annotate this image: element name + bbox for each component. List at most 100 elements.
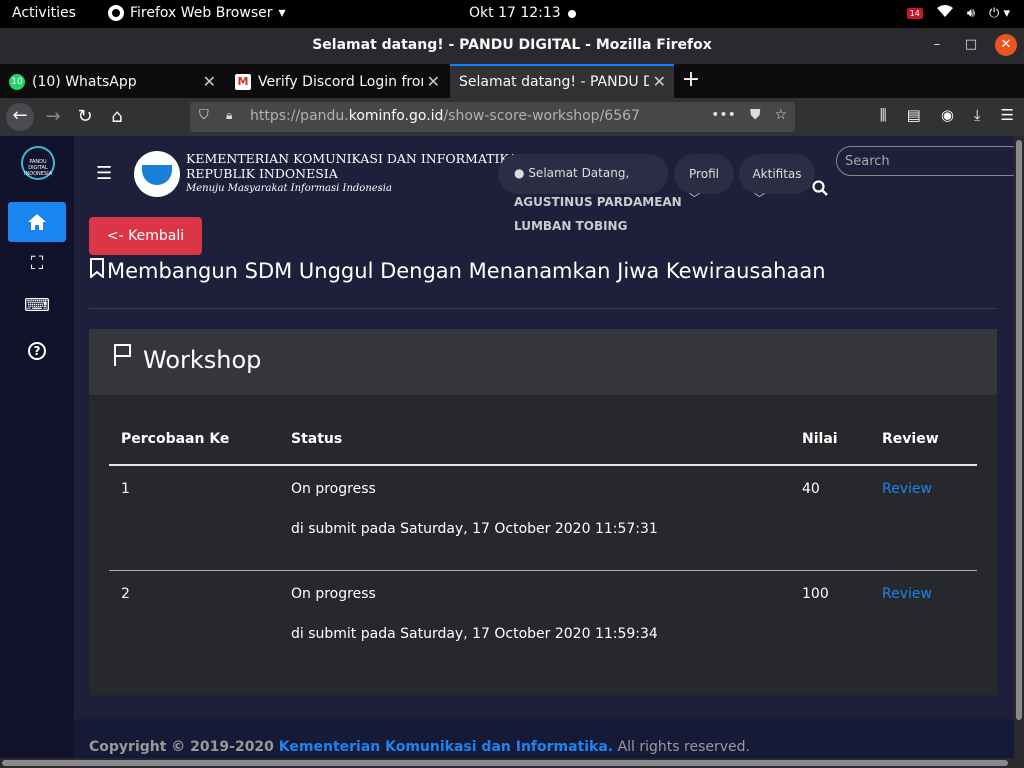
- kominfo-logo[interactable]: [134, 151, 180, 197]
- submitted-time: di submit pada Saturday, 17 October 2020…: [291, 626, 658, 642]
- sidebar-toggle-icon[interactable]: ▤: [907, 106, 921, 124]
- account-icon[interactable]: ◉: [941, 106, 954, 124]
- tray-app-icon[interactable]: 14: [906, 7, 923, 19]
- row-divider: [109, 570, 977, 571]
- attempt-number: 1: [121, 481, 130, 497]
- window-title: Selamat datang! - PANDU DIGITAL - Mozill…: [312, 37, 712, 53]
- sidebar-item-webinar[interactable]: ⌨: [8, 286, 66, 326]
- forward-arrow-icon[interactable]: →: [40, 104, 66, 130]
- close-tab-icon[interactable]: ✕: [203, 66, 216, 98]
- score-value: 40: [802, 481, 820, 497]
- page-title-text: Membangun SDM Unggul Dengan Menanamkan J…: [107, 258, 826, 283]
- close-tab-icon[interactable]: ✕: [648, 66, 666, 98]
- wifi-icon[interactable]: [936, 4, 953, 22]
- search-icon[interactable]: [812, 180, 828, 200]
- user-name[interactable]: AGUSTINUS PARDAMEAN LUMBAN TOBING: [514, 190, 684, 238]
- sidebar-item-help[interactable]: ?: [8, 330, 66, 370]
- shield-icon[interactable]: ⛉: [199, 108, 209, 123]
- caret-down-icon: ▾: [278, 5, 286, 21]
- download-icon[interactable]: ⤓: [974, 106, 981, 124]
- app-menu-label: Firefox Web Browser: [130, 5, 273, 21]
- flag-icon: [113, 343, 133, 373]
- reload-icon[interactable]: ↻: [72, 104, 98, 130]
- teacher-icon: ⛶: [30, 253, 44, 274]
- column-header-review: Review: [882, 431, 939, 447]
- card-header: Workshop: [89, 329, 997, 395]
- chevron-down-icon[interactable]: ﹀: [754, 190, 765, 206]
- attempt-number: 2: [121, 586, 130, 602]
- score-value: 100: [802, 586, 829, 602]
- page-actions-icon[interactable]: •••: [711, 107, 736, 123]
- ministry-link[interactable]: Kementerian Komunikasi dan Informatika.: [279, 739, 613, 755]
- page-title: Membangun SDM Unggul Dengan Menanamkan J…: [89, 258, 826, 283]
- scrollbar-thumb[interactable]: [1016, 140, 1022, 720]
- column-header-attempt: Percobaan Ke: [121, 431, 230, 447]
- search-input[interactable]: [836, 146, 1024, 176]
- app-menu[interactable]: Firefox Web Browser ▾: [108, 5, 286, 21]
- main-content: ☰ KEMENTERIAN KOMUNIKASI DAN INFORMATIKA…: [74, 136, 1024, 768]
- menu-profil[interactable]: Profil: [674, 154, 734, 194]
- status-text: On progress: [291, 586, 376, 602]
- library-icon[interactable]: ⫼: [880, 106, 887, 124]
- back-arrow-icon[interactable]: ←: [6, 103, 34, 131]
- menu-aktifitas[interactable]: Aktifitas: [739, 154, 815, 194]
- pocket-icon[interactable]: ⛊: [750, 107, 761, 123]
- gmail-icon: M: [235, 74, 251, 90]
- user-menu[interactable]: ● Selamat Datang,: [498, 154, 668, 194]
- sidebar-item-class[interactable]: ⛶: [8, 244, 66, 284]
- whatsapp-icon: 10: [9, 74, 25, 90]
- chevron-down-icon[interactable]: ﹀: [689, 190, 700, 206]
- card-title: Workshop: [143, 346, 262, 374]
- activities-button[interactable]: Activities: [12, 5, 76, 21]
- horizontal-scrollbar[interactable]: [0, 758, 1014, 768]
- status-text: On progress: [291, 481, 376, 497]
- url-bar[interactable]: ⛉ 🔒︎ https://pandu.kominfo.go.id/show-sc…: [190, 102, 795, 132]
- ministry-line-1: KEMENTERIAN KOMUNIKASI DAN INFORMATIKA: [186, 151, 518, 166]
- review-link[interactable]: Review: [882, 481, 932, 497]
- lock-icon[interactable]: 🔒︎: [226, 108, 232, 123]
- column-header-score: Nilai: [802, 431, 838, 447]
- tab-gmail[interactable]: M Verify Discord Login from ✕: [226, 66, 448, 98]
- back-button[interactable]: <- Kembali: [89, 217, 202, 255]
- hamburger-menu-icon[interactable]: ☰: [1001, 106, 1014, 124]
- review-link[interactable]: Review: [882, 586, 932, 602]
- system-tray[interactable]: 14 🔊︎ ⏻ ▾: [906, 4, 1010, 22]
- power-icon[interactable]: ⏻ ▾: [989, 6, 1010, 21]
- ministry-name[interactable]: KEMENTERIAN KOMUNIKASI DAN INFORMATIKA R…: [186, 151, 517, 196]
- home-icon: [28, 214, 46, 230]
- web-page: PANDU DIGITAL INDONESIA ⛶ ⌨ ? ☰ KEMENTER…: [0, 136, 1024, 768]
- nav-toolbar: ← → ↻ ⌂ ⛉ 🔒︎ https://pandu.kominfo.go.id…: [0, 98, 1024, 136]
- maximize-icon[interactable]: □: [960, 34, 982, 56]
- ministry-motto: Menuju Masyarakat Informasi Indonesia: [186, 183, 392, 194]
- close-tab-icon[interactable]: ✕: [422, 66, 440, 98]
- new-tab-icon[interactable]: +: [680, 67, 702, 92]
- clock[interactable]: Okt 17 12:13: [469, 5, 561, 21]
- sidebar-item-home[interactable]: [8, 202, 66, 242]
- tab-strip: 10 (10) WhatsApp ✕ M Verify Discord Logi…: [0, 64, 1024, 98]
- firefox-icon: [108, 5, 124, 21]
- url-text[interactable]: https://pandu.kominfo.go.id/show-score-w…: [250, 108, 640, 124]
- tab-label: (10) WhatsApp: [32, 74, 137, 90]
- submitted-time: di submit pada Saturday, 17 October 2020…: [291, 521, 658, 537]
- volume-icon[interactable]: 🔊︎: [967, 6, 975, 21]
- pandu-digital-logo[interactable]: PANDU DIGITAL INDONESIA: [21, 146, 55, 180]
- bookmark-star-icon[interactable]: ☆: [774, 107, 787, 123]
- tab-label: Selamat datang! - PANDU DI: [459, 74, 658, 90]
- home-icon[interactable]: ⌂: [104, 104, 130, 130]
- bookmark-icon: [89, 258, 105, 283]
- divider: [89, 308, 997, 309]
- system-top-bar: Activities Firefox Web Browser ▾ Okt 17 …: [0, 0, 1024, 28]
- vertical-scrollbar[interactable]: [1014, 136, 1024, 768]
- close-window-icon[interactable]: ✕: [995, 34, 1017, 56]
- tab-label: Verify Discord Login from: [258, 74, 435, 90]
- tab-pandu-digital[interactable]: Selamat datang! - PANDU DI ✕: [450, 64, 674, 98]
- window-titlebar: Selamat datang! - PANDU DIGITAL - Mozill…: [0, 28, 1024, 64]
- laptop-icon: ⌨: [24, 295, 50, 316]
- scrollbar-thumb[interactable]: [2, 760, 1008, 766]
- minimize-icon[interactable]: –: [926, 34, 948, 56]
- hamburger-icon[interactable]: ☰: [96, 163, 112, 184]
- column-header-status: Status: [291, 431, 343, 447]
- sidebar: PANDU DIGITAL INDONESIA ⛶ ⌨ ?: [0, 136, 74, 768]
- tab-whatsapp[interactable]: 10 (10) WhatsApp ✕: [0, 66, 224, 98]
- question-icon: ?: [28, 342, 46, 360]
